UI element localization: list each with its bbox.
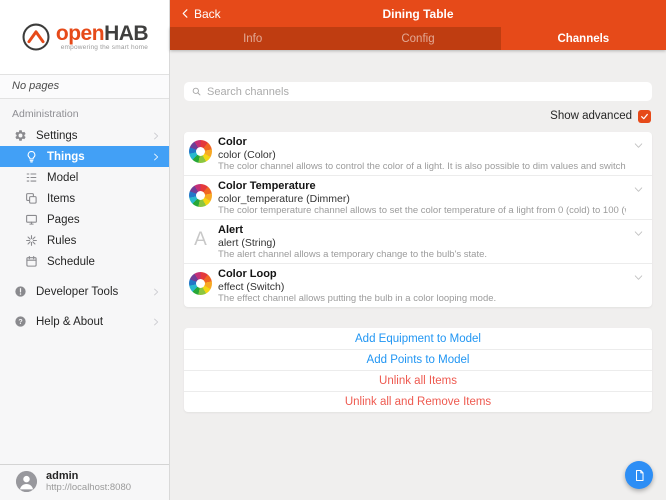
developer-tools-icon (13, 284, 28, 299)
avatar (16, 471, 37, 492)
search-bar[interactable] (184, 82, 652, 101)
rules-icon (24, 233, 39, 248)
channel-description: The alert channel allows a temporary cha… (218, 249, 488, 260)
chevron-right-icon (151, 131, 161, 141)
sidebar-secondary-menu: Developer Tools? Help & About (0, 272, 169, 332)
document-icon (635, 469, 644, 481)
tab-info[interactable]: Info (170, 27, 335, 50)
sidebar-item-developer-tools[interactable]: Developer Tools (0, 281, 169, 302)
channel-title: Color (218, 136, 247, 148)
channel-row-color[interactable]: Color color (Color) The color channel allo… (184, 132, 652, 175)
back-button[interactable]: Back (180, 7, 221, 21)
logo-open-text: open (55, 21, 105, 45)
action-unlink-all-and-remove-items[interactable]: Unlink all and Remove Items (184, 391, 652, 412)
channel-description: The color temperature channel allows to … (218, 205, 626, 216)
gear-icon (13, 128, 28, 143)
sidebar-item-label: Help & About (36, 315, 104, 328)
sidebar-item-label: Items (47, 192, 76, 205)
channels-page: Show advanced Colorcolor (Color)The colo… (170, 50, 666, 500)
channel-row-alert[interactable]: A Alert alert (String) The alert channel al… (184, 219, 652, 263)
user-name: admin (46, 470, 79, 482)
sidebar-item-label: Rules (47, 234, 77, 247)
sidebar-item-help-about[interactable]: ? Help & About (0, 311, 169, 332)
sidebar-item-pages[interactable]: Pages (0, 209, 169, 230)
openhab-app: openHAB empowering the smart home No pag… (0, 0, 666, 500)
channel-row-color-temperature[interactable]: Color Temperature color_temperature (Dimm… (184, 175, 652, 219)
chevron-right-icon (151, 287, 161, 297)
tab-channels[interactable]: Channels (500, 27, 666, 50)
action-add-points-to-model[interactable]: Add Points to Model (184, 349, 652, 370)
schedule-icon (24, 254, 39, 269)
sidebar-item-label: Developer Tools (36, 285, 119, 298)
administration-label: Administration (12, 108, 79, 120)
channel-description: The color channel allows to control the … (218, 161, 626, 172)
check-icon (641, 113, 648, 119)
help-icon: ? (13, 314, 28, 329)
channel-subtitle: color_temperature (Dimmer) (218, 193, 350, 205)
sidebar-item-things[interactable]: Things (0, 146, 169, 167)
sidebar-item-label: Pages (47, 213, 80, 226)
sidebar-item-rules[interactable]: Rules (0, 230, 169, 251)
edit-fab-button[interactable] (625, 461, 653, 489)
channel-subtitle: alert (String) (218, 237, 276, 249)
lightbulb-icon (24, 149, 39, 164)
chevron-right-icon (151, 317, 161, 327)
sidebar-item-label: Settings (36, 129, 78, 142)
action-add-equipment-to-model[interactable]: Add Equipment to Model (184, 328, 652, 349)
chevron-down-icon (633, 184, 644, 195)
sidebar-menu: Settings Things Model Items Pages Rules Schedu… (0, 125, 169, 272)
show-advanced-checkbox[interactable] (638, 109, 651, 123)
tabbar: Info Config Channels (170, 27, 666, 50)
color-wheel-icon (189, 140, 212, 163)
color-wheel-icon (189, 184, 212, 207)
svg-text:?: ? (18, 319, 22, 326)
sidebar-item-label: Things (47, 150, 85, 163)
channel-title: Color Temperature (218, 180, 316, 192)
show-advanced-label: Show advanced (550, 110, 632, 122)
sidebar-item-model[interactable]: Model (0, 167, 169, 188)
channel-row-color-loop[interactable]: Color Loop effect (Switch) The effect chan… (184, 263, 652, 307)
openhab-house-icon (21, 22, 51, 52)
navbar: Back Dining Table (170, 0, 666, 27)
chevron-right-icon (151, 152, 161, 162)
channel-subtitle: color (Color) (218, 149, 276, 161)
sidebar-item-settings[interactable]: Settings (0, 125, 169, 146)
page-title: Dining Table (382, 6, 454, 21)
show-advanced-row: Show advanced (184, 109, 652, 123)
channels-list: Color color (Color) The color channel allo… (184, 132, 652, 307)
chevron-left-icon (182, 9, 188, 18)
sidebar-item-label: Schedule (47, 255, 95, 268)
logo-tagline: empowering the smart home (60, 43, 149, 51)
no-pages-label: No pages (0, 74, 169, 99)
sidebar-item-items[interactable]: Items (0, 188, 169, 209)
channel-subtitle: effect (Switch) (218, 281, 285, 293)
letter-a-icon: A (194, 228, 207, 250)
logo-hab-text: HAB (104, 21, 149, 45)
user-panel[interactable]: admin http://localhost:8080 (0, 464, 169, 500)
items-icon (24, 191, 39, 206)
tab-config[interactable]: Config (335, 27, 500, 50)
main-panel: Back Dining Table InfoConfigChannels Sho… (170, 0, 666, 500)
search-input[interactable] (207, 85, 645, 98)
channel-title: Alert (218, 224, 244, 236)
channel-description: The effect channel allows putting the bu… (218, 293, 497, 304)
actions-list: Add Equipment to Model Add Points to Mode… (184, 328, 652, 412)
chevron-down-icon (633, 272, 644, 283)
sidebar-item-label: Model (47, 171, 79, 184)
sidebar-item-schedule[interactable]: Schedule (0, 251, 169, 272)
model-icon (24, 170, 39, 185)
action-unlink-all-items[interactable]: Unlink all Items (184, 370, 652, 391)
openhab-logo: openHAB empowering the smart home (0, 0, 169, 74)
user-url: http://localhost:8080 (46, 482, 132, 493)
sidebar: openHAB empowering the smart home No pag… (0, 0, 170, 500)
pages-icon (24, 212, 39, 227)
color-wheel-icon (189, 272, 212, 295)
chevron-down-icon (633, 140, 644, 151)
chevron-down-icon (633, 228, 644, 239)
back-label: Back (194, 6, 221, 21)
search-icon (192, 87, 201, 96)
channel-title: Color Loop (218, 268, 277, 280)
